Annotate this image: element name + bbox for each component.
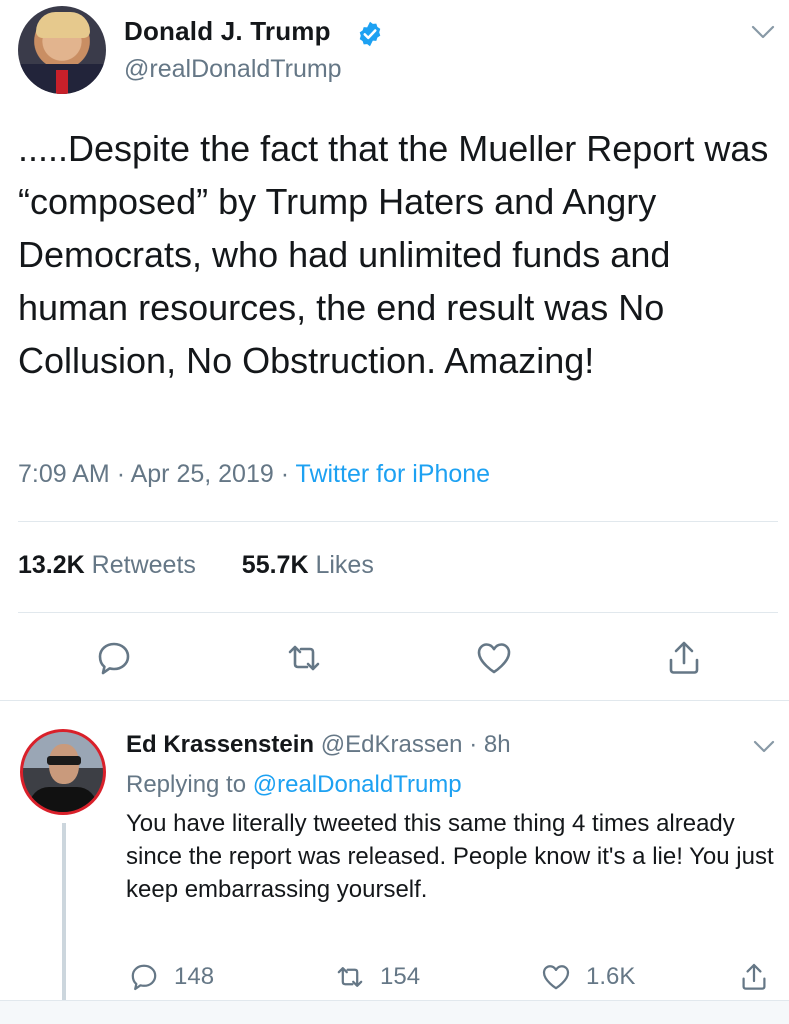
main-tweet: Donald J. Trump @realDonaldTrump .....De… — [0, 0, 789, 700]
engagement-stats: 13.2K Retweets 55.7K Likes — [18, 551, 374, 580]
like-icon — [477, 643, 511, 674]
reply-tweet[interactable]: Ed Krassenstein @EdKrassen · 8h Replying… — [0, 701, 789, 1024]
like-button[interactable] — [474, 638, 514, 678]
author-name[interactable]: Donald J. Trump — [124, 16, 331, 47]
likes-stat[interactable]: 55.7K Likes — [242, 551, 374, 579]
bottom-bar — [0, 1000, 789, 1024]
share-icon — [669, 641, 699, 674]
thread-line — [62, 823, 66, 1023]
chevron-down-icon[interactable] — [752, 737, 776, 755]
dot-separator: · — [469, 731, 484, 758]
author-handle[interactable]: @realDonaldTrump — [124, 55, 342, 84]
reply-replies-count: 148 — [174, 963, 215, 990]
divider — [18, 521, 778, 522]
tweet-text: .....Despite the fact that the Mueller R… — [18, 128, 769, 381]
reply-retweet-button[interactable]: 154 — [334, 959, 420, 995]
share-button[interactable] — [664, 638, 704, 678]
retweets-label: Retweets — [91, 551, 196, 579]
reply-likes-count: 1.6K — [586, 963, 636, 990]
replying-to: Replying to @realDonaldTrump — [126, 771, 462, 799]
reply-header: Ed Krassenstein @EdKrassen · 8h — [126, 731, 511, 759]
reply-button[interactable] — [94, 638, 134, 678]
reply-author-handle[interactable]: @EdKrassen — [321, 731, 463, 758]
reply-icon — [131, 964, 157, 991]
reply-icon — [98, 642, 130, 675]
retweet-button[interactable] — [284, 638, 324, 678]
reply-reply-button[interactable]: 148 — [128, 959, 214, 995]
reply-like-button[interactable]: 1.6K — [540, 959, 635, 995]
likes-label: Likes — [315, 551, 374, 579]
tweet-meta: 7:09 AM · Apr 25, 2019 · Twitter for iPh… — [18, 460, 491, 488]
reply-text: You have literally tweeted this same thi… — [126, 810, 774, 903]
retweets-count: 13.2K — [18, 551, 85, 579]
likes-count: 55.7K — [241, 551, 309, 579]
share-icon — [742, 963, 766, 990]
retweet-icon — [288, 645, 320, 671]
like-icon — [542, 965, 570, 990]
reply-author-name[interactable]: Ed Krassenstein — [126, 731, 314, 758]
reply-author-avatar[interactable] — [20, 729, 106, 815]
author-avatar[interactable] — [18, 6, 106, 94]
divider — [18, 612, 778, 613]
tweet-time: 7:09 AM — [18, 460, 110, 488]
replying-prefix: Replying to — [126, 771, 247, 798]
replying-to-handle[interactable]: @realDonaldTrump — [253, 771, 462, 798]
tweet-date: Apr 25, 2019 — [130, 460, 274, 488]
tweet-source[interactable]: Twitter for iPhone — [296, 460, 491, 488]
chevron-down-icon[interactable] — [750, 22, 776, 42]
verified-badge-icon — [359, 21, 381, 47]
retweets-stat[interactable]: 13.2K Retweets — [18, 551, 196, 579]
reply-age: 8h — [483, 731, 511, 758]
reply-retweets-count: 154 — [380, 963, 421, 990]
reply-share-button[interactable] — [738, 959, 770, 995]
retweet-icon — [337, 967, 363, 987]
